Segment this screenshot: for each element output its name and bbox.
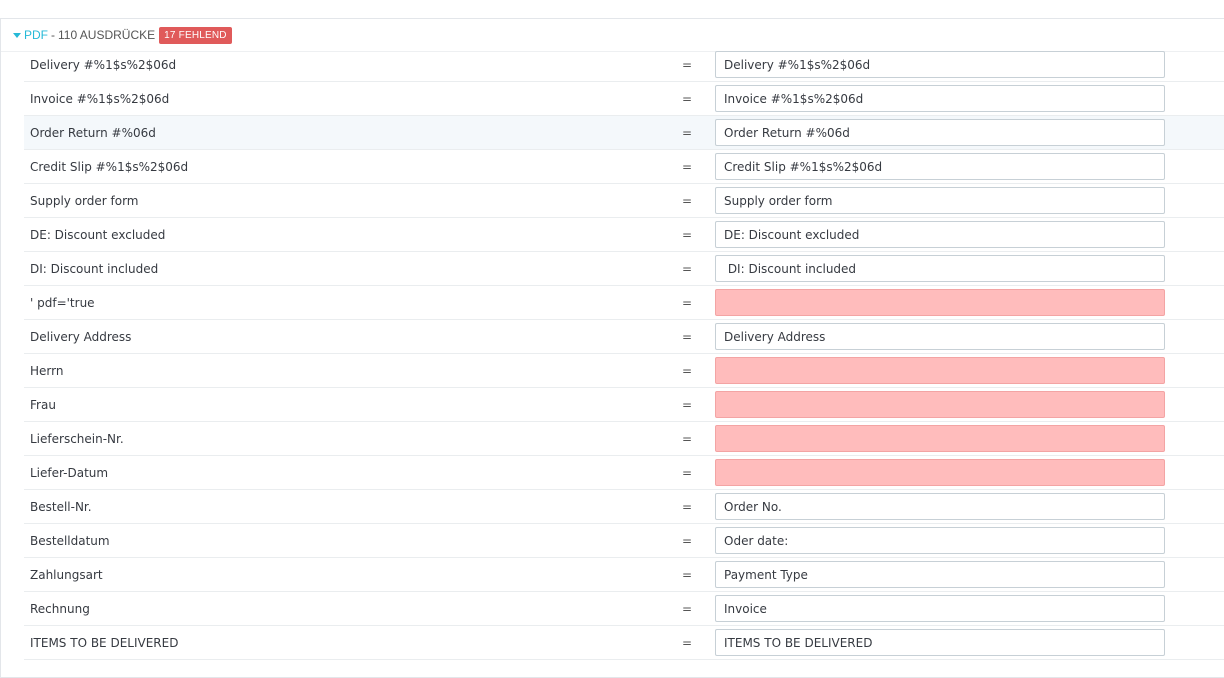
equals-sign: = [682,363,693,378]
source-string: Order Return #%06d [30,125,156,140]
translation-row: DI: Discount included = [24,252,1224,286]
source-string: Bestell-Nr. [30,499,92,514]
equals-sign: = [682,227,693,242]
translation-input[interactable] [715,153,1165,180]
missing-translation-input[interactable] [715,289,1165,316]
translation-row: Liefer-Datum = [24,456,1224,490]
equals-sign: = [682,431,693,446]
translation-row: ' pdf='true = [24,286,1224,320]
source-string: ' pdf='true [30,295,95,310]
translation-input[interactable] [715,255,1165,282]
translation-row: Credit Slip #%1$s%2$06d = [24,150,1224,184]
missing-translation-input[interactable] [715,459,1165,486]
missing-translation-input[interactable] [715,357,1165,384]
title-separator: - [51,28,55,42]
section-toggle-link[interactable]: PDF [24,28,48,42]
translation-input[interactable] [715,561,1165,588]
source-string: Lieferschein-Nr. [30,431,124,446]
translation-row: Frau = [24,388,1224,422]
translation-row: ITEMS TO BE DELIVERED = [24,626,1224,660]
missing-badge: 17 FEHLEND [159,26,232,44]
equals-sign: = [682,397,693,412]
translation-input[interactable] [715,85,1165,112]
translation-row: Lieferschein-Nr. = [24,422,1224,456]
equals-sign: = [682,465,693,480]
translation-row: Bestell-Nr. = [24,490,1224,524]
source-string: Bestelldatum [30,533,110,548]
expression-count: 110 AUSDRÜCKE [58,28,156,42]
source-string: Credit Slip #%1$s%2$06d [30,159,189,174]
equals-sign: = [682,91,693,106]
translation-row: Invoice #%1$s%2$06d = [24,82,1224,116]
equals-sign: = [682,159,693,174]
source-string: Liefer-Datum [30,465,109,480]
equals-sign: = [682,329,693,344]
equals-sign: = [682,601,693,616]
translation-row: Order Return #%06d = [24,116,1224,150]
source-string: Zahlungsart [30,567,103,582]
equals-sign: = [682,567,693,582]
missing-translation-input[interactable] [715,391,1165,418]
translation-row: Delivery #%1$s%2$06d = [24,48,1224,82]
caret-down-icon[interactable] [13,32,21,38]
translation-input[interactable] [715,187,1165,214]
translation-input[interactable] [715,595,1165,622]
missing-translation-input[interactable] [715,425,1165,452]
equals-sign: = [682,261,693,276]
translation-row: Supply order form = [24,184,1224,218]
source-string: ITEMS TO BE DELIVERED [30,635,179,650]
equals-sign: = [682,193,693,208]
source-string: Invoice #%1$s%2$06d [30,91,170,106]
translation-row: DE: Discount excluded = [24,218,1224,252]
translation-input[interactable] [715,493,1165,520]
translation-row: Herrn = [24,354,1224,388]
source-string: Delivery Address [30,329,132,344]
source-string: Delivery #%1$s%2$06d [30,57,177,72]
source-string: Supply order form [30,193,139,208]
equals-sign: = [682,499,693,514]
equals-sign: = [682,57,693,72]
translation-row: Delivery Address = [24,320,1224,354]
source-string: Herrn [30,363,64,378]
source-string: Rechnung [30,601,90,616]
translation-input[interactable] [715,323,1165,350]
source-string: Frau [30,397,56,412]
translation-input[interactable] [715,119,1165,146]
equals-sign: = [682,125,693,140]
translation-row: Zahlungsart = [24,558,1224,592]
source-string: DE: Discount excluded [30,227,166,242]
equals-sign: = [682,533,693,548]
translation-input[interactable] [715,51,1165,78]
translation-row: Rechnung = [24,592,1224,626]
translation-list: Delivery #%1$s%2$06d=Invoice #%1$s%2$06d… [24,48,1224,660]
translation-input[interactable] [715,221,1165,248]
translation-row: Bestelldatum = [24,524,1224,558]
translation-input[interactable] [715,629,1165,656]
source-string: DI: Discount included [30,261,159,276]
translation-input[interactable] [715,527,1165,554]
equals-sign: = [682,295,693,310]
equals-sign: = [682,635,693,650]
